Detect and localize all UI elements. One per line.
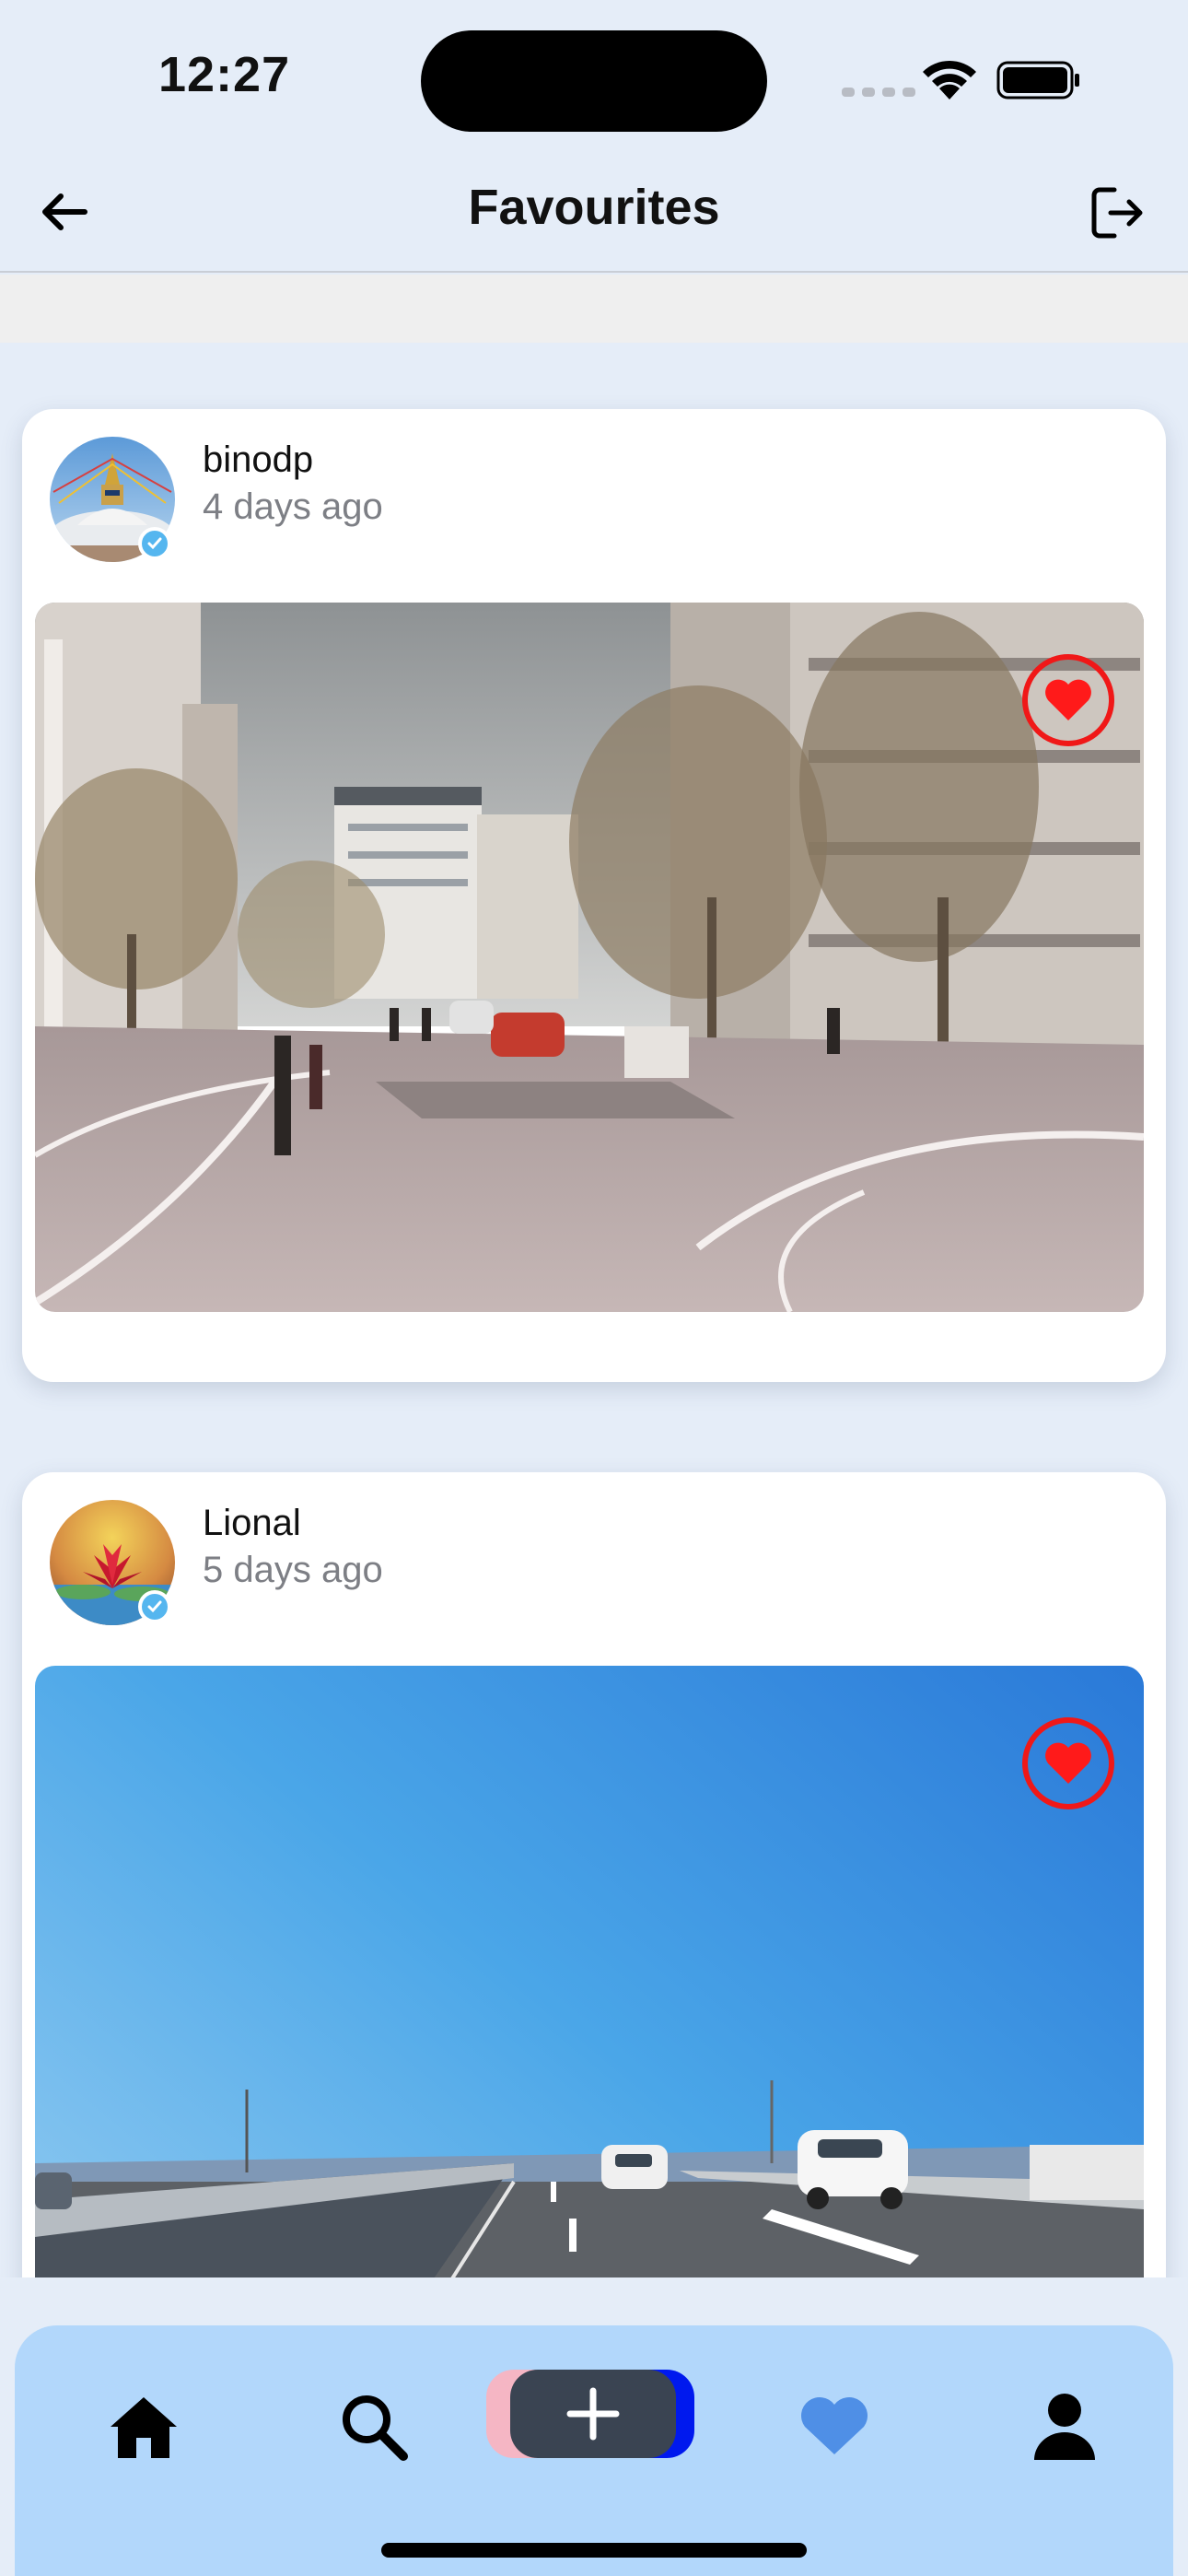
subheader-strip xyxy=(0,275,1188,343)
tab-home[interactable] xyxy=(98,2381,190,2473)
heart-filled-icon xyxy=(1045,1742,1091,1784)
tab-profile[interactable] xyxy=(1019,2381,1111,2473)
create-post-button[interactable] xyxy=(486,2370,694,2458)
post-header: Lional 5 days ago xyxy=(22,1472,1166,1657)
wifi-icon xyxy=(923,60,976,100)
status-time: 12:27 xyxy=(158,47,291,102)
battery-icon xyxy=(996,61,1079,100)
tab-search[interactable] xyxy=(328,2381,420,2473)
home-icon xyxy=(111,2397,177,2458)
search-icon xyxy=(343,2395,408,2461)
favorite-toggle[interactable] xyxy=(1022,654,1114,746)
dynamic-island xyxy=(421,30,767,132)
profile-icon xyxy=(1034,2394,1095,2460)
app-header: Favourites xyxy=(0,147,1188,273)
post-username[interactable]: Lional xyxy=(203,1500,301,1546)
status-bar: 12:27 xyxy=(0,0,1188,147)
post-timestamp: 5 days ago xyxy=(203,1550,383,1590)
favorite-toggle[interactable] xyxy=(1022,1717,1114,1809)
post-card: binodp 4 days ago xyxy=(22,409,1166,1382)
page-title: Favourites xyxy=(468,180,720,235)
post-media[interactable] xyxy=(35,603,1144,1312)
verified-badge-icon xyxy=(138,1590,171,1623)
heart-icon xyxy=(801,2397,868,2454)
cellular-signal-icon xyxy=(842,88,915,97)
post-timestamp: 4 days ago xyxy=(203,486,383,527)
logout-icon[interactable] xyxy=(1087,182,1147,243)
home-indicator xyxy=(381,2543,807,2558)
tab-favourites[interactable] xyxy=(788,2381,880,2473)
post-header: binodp 4 days ago xyxy=(22,409,1166,593)
verified-badge-icon xyxy=(138,527,171,560)
heart-filled-icon xyxy=(1045,679,1091,720)
bottom-tab-bar xyxy=(15,2325,1173,2576)
plus-icon xyxy=(566,2387,620,2441)
post-username[interactable]: binodp xyxy=(203,437,313,483)
